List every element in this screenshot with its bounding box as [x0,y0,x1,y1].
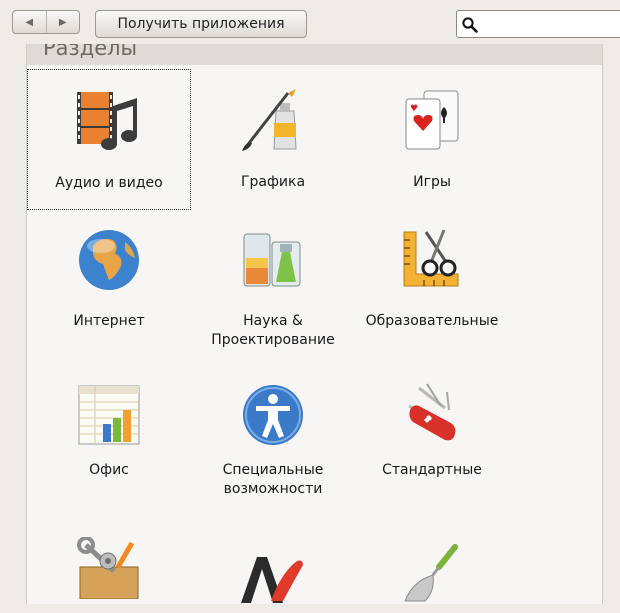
section-title: Разделы [43,44,138,60]
category-fonts[interactable] [191,513,355,613]
education-ruler-scissors-icon [403,229,459,287]
category-science-engineering[interactable]: Наука & Проектирование [191,210,355,358]
category-label: Образовательные [365,313,499,329]
get-applications-button[interactable]: Получить приложения [95,10,307,38]
history-nav: ◀ ▶ [12,10,80,34]
category-education[interactable]: Образовательные [350,210,514,358]
audio-video-icon [77,92,137,150]
trowel-icon [404,544,458,602]
category-internet[interactable]: Интернет [27,210,191,358]
games-cards-icon: ♥ [405,90,459,150]
search-box[interactable] [456,10,620,38]
back-arrow-icon: ◀ [25,16,34,28]
category-accessibility[interactable]: Специальные возможности [191,358,355,513]
category-label: Офис [89,462,129,478]
categories-panel: Разделы Аудио и видео Графика ♥ Игры Инт… [26,44,603,604]
category-label: Аудио и видео [55,175,163,191]
category-graphics[interactable]: Графика [191,69,355,210]
accessibility-icon [243,385,303,445]
category-developer-tools[interactable] [350,513,514,613]
category-accessories[interactable]: Стандартные [350,358,514,513]
back-button[interactable]: ◀ [13,11,46,33]
globe-icon [79,230,139,290]
category-label: Игры [413,174,451,190]
search-icon [462,17,478,33]
category-games[interactable]: ♥ Игры [350,69,514,210]
graphics-icon [242,89,297,151]
category-label: Интернет [73,313,145,329]
search-input[interactable] [483,14,617,36]
forward-button[interactable]: ▶ [45,11,80,33]
lab-beaker-icon [243,233,301,287]
category-audio-video[interactable]: Аудио и видео [27,69,191,210]
office-spreadsheet-icon [78,385,140,445]
category-office[interactable]: Офис [27,358,191,513]
swiss-knife-icon [408,383,456,441]
forward-arrow-icon: ▶ [58,16,67,28]
system-tools-icon [77,537,139,599]
section-header: Разделы [27,44,602,65]
svg-text:♥: ♥ [410,104,418,114]
category-label: Стандартные [382,462,482,478]
category-system-tools[interactable] [27,513,191,613]
toolbar: ◀ ▶ Получить приложения [0,0,620,46]
fonts-icon [241,557,303,603]
